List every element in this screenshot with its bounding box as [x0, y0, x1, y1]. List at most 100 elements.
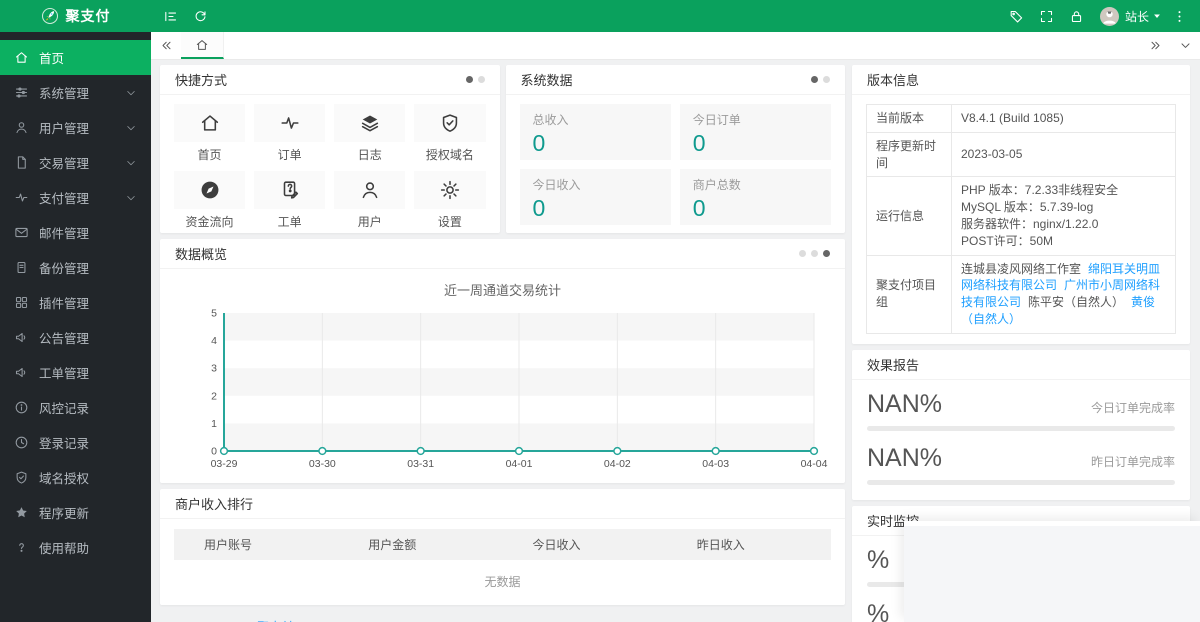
sidebar-item-12[interactable]: 域名授权 [0, 460, 151, 495]
carousel-dot[interactable] [823, 250, 830, 257]
shortcut-compass[interactable]: 资金流向 [174, 171, 246, 230]
rocket-logo-icon [41, 7, 59, 25]
sidebar-item-4[interactable]: 支付管理 [0, 180, 151, 215]
sidebar-item-10[interactable]: 风控记录 [0, 390, 151, 425]
version-row-value: PHP 版本：7.2.33非线程安全 MySQL 版本：5.7.39-log 服务器… [951, 176, 1176, 256]
sidebar-item-label: 插件管理 [39, 297, 90, 311]
fullscreen-icon[interactable] [1032, 0, 1062, 32]
sidebar-item-label: 备份管理 [39, 262, 90, 276]
svg-text:3: 3 [211, 363, 217, 375]
project-team-text: 连城县凌风网络工作室 [961, 261, 1082, 276]
shortcut-workorder[interactable]: 工单 [254, 171, 326, 230]
home-icon [174, 104, 246, 142]
sidebar-item-7[interactable]: 插件管理 [0, 285, 151, 320]
sidebar-item-5[interactable]: 邮件管理 [0, 215, 151, 250]
shortcut-label: 首页 [197, 148, 222, 162]
shortcut-label: 设置 [437, 215, 462, 229]
version-info-row: 程序更新时间 2023-03-05 [866, 131, 1176, 178]
overview-carousel-dots [799, 250, 830, 257]
avatar[interactable] [1099, 6, 1119, 26]
stat-label: 商户总数 [692, 178, 741, 192]
shortcut-label: 资金流向 [185, 215, 234, 229]
lock-icon[interactable] [1062, 0, 1092, 32]
gear-icon [414, 171, 486, 209]
compass-icon [174, 171, 246, 209]
tab-bar-right [1140, 32, 1200, 60]
sidebar-item-11[interactable]: 登录记录 [0, 425, 151, 460]
carousel-dot[interactable] [477, 76, 485, 83]
stat-label: 总收入 [532, 113, 569, 127]
version-row-value: 2023-03-05 [951, 131, 1176, 178]
sidebar-item-2[interactable]: 用户管理 [0, 110, 151, 145]
carousel-dot[interactable] [823, 76, 830, 83]
version-info-row: 聚支付项目组 连城县凌风网络工作室 绵阳耳关明皿网络科技有限公司 广州市小周网络科技有… [866, 254, 1176, 334]
sidebar-item-14[interactable]: 使用帮助 [0, 530, 151, 565]
tabs-menu-icon[interactable] [1170, 32, 1200, 60]
meter-value: % [867, 545, 890, 574]
svg-text:04-01: 04-01 [506, 458, 533, 470]
system-data-card: 系统数据 总收入 0 今日订单 0 今日收入 0 商户总数 0 [505, 65, 845, 233]
tabs-scroll-right-icon[interactable] [1140, 32, 1170, 60]
workorder-icon [254, 171, 326, 209]
sidebar-item-3[interactable]: 交易管理 [0, 145, 151, 180]
version-row-label: 程序更新时间 [866, 131, 952, 178]
sidebar-item-8[interactable]: 公告管理 [0, 320, 151, 355]
activity-icon [254, 104, 326, 142]
shield-check-icon [414, 104, 486, 142]
shortcut-label: 用户 [357, 215, 382, 229]
system-data-carousel-dots [811, 76, 830, 83]
chevron-down-icon [125, 157, 137, 169]
system-data-card-title: 系统数据 [520, 73, 573, 88]
layers-icon [334, 104, 406, 142]
home-icon [14, 50, 29, 65]
brand[interactable]: 聚支付 [0, 6, 151, 26]
user-dropdown-caret-icon[interactable] [1150, 9, 1164, 23]
shortcut-label: 工单 [277, 215, 302, 229]
project-team-text: 陈平安（自然人） [1028, 295, 1125, 310]
sidebar-item-6[interactable]: 备份管理 [0, 250, 151, 285]
sidebar-item-9[interactable]: 工单管理 [0, 355, 151, 390]
shortcut-activity[interactable]: 订单 [254, 104, 326, 163]
meter-top: NAN% 今日订单完成率 [867, 390, 1175, 419]
data-overview-card: 数据概览 近一周通道交易统计 0 1 2 3 4 5 03-29 03-30 03-31 04-0… [160, 239, 845, 483]
chevron-down-icon [125, 192, 137, 204]
shortcut-layers[interactable]: 日志 [334, 104, 406, 163]
meter-value: % [867, 599, 890, 622]
version-info-line: POST许可：50M [961, 233, 1054, 248]
refresh-icon[interactable] [185, 0, 215, 32]
effect-report-meters: NAN% 今日订单完成率 NAN% 昨日订单完成率 [852, 380, 1190, 500]
stat-box: 今日收入 0 [519, 169, 671, 225]
more-menu-icon[interactable] [1164, 0, 1194, 32]
version-info-card: 版本信息 当前版本 V8.4.1 (Build 1085) 程序更新时间 2023-0… [852, 65, 1190, 344]
user-icon [14, 120, 29, 135]
sidebar-item-13[interactable]: 程序更新 [0, 495, 151, 530]
shortcut-home[interactable]: 首页 [174, 104, 246, 163]
tag-icon[interactable] [1002, 0, 1032, 32]
shortcut-user[interactable]: 用户 [334, 171, 406, 230]
shield-check-icon [14, 470, 29, 485]
tab-home[interactable] [181, 32, 224, 59]
ranking-table: 用户账号 用户金额 今日收入 昨日收入 无数据 [174, 529, 831, 605]
sidebar-item-label: 用户管理 [39, 122, 90, 136]
carousel-dot[interactable] [811, 250, 818, 257]
merchant-ranking-card-title: 商户收入排行 [175, 497, 254, 512]
sidebar-item-1[interactable]: 系统管理 [0, 75, 151, 110]
carousel-dot[interactable] [799, 250, 806, 257]
meter-label: 今日订单完成率 [1090, 400, 1175, 415]
app-root: 聚支付 站长 首页 系统管理 用户管理 交易管理 支付管理 邮件管理 备份管理 插件管理 公告管… [0, 0, 1200, 622]
sidebar-item-0[interactable]: 首页 [0, 40, 151, 75]
username[interactable]: 站长 [1125, 8, 1149, 25]
merchant-ranking-card: 商户收入排行 用户账号 用户金额 今日收入 昨日收入 无数据 [160, 489, 845, 605]
sidebar-item-label: 公告管理 [39, 332, 90, 346]
ranking-column-header: 用户金额 [338, 529, 503, 560]
sidebar-item-label: 工单管理 [39, 367, 90, 381]
stat-label: 今日收入 [532, 178, 581, 192]
shortcut-gear[interactable]: 设置 [414, 171, 486, 230]
version-info-line: PHP 版本：7.2.33非线程安全 [961, 183, 1119, 198]
collapse-sidebar-icon[interactable] [155, 0, 185, 32]
brand-title: 聚支付 [65, 8, 111, 24]
tabs-scroll-left-icon[interactable] [151, 32, 181, 60]
carousel-dot[interactable] [465, 76, 473, 83]
shortcut-shield-check[interactable]: 授权域名 [414, 104, 486, 163]
carousel-dot[interactable] [811, 76, 818, 83]
